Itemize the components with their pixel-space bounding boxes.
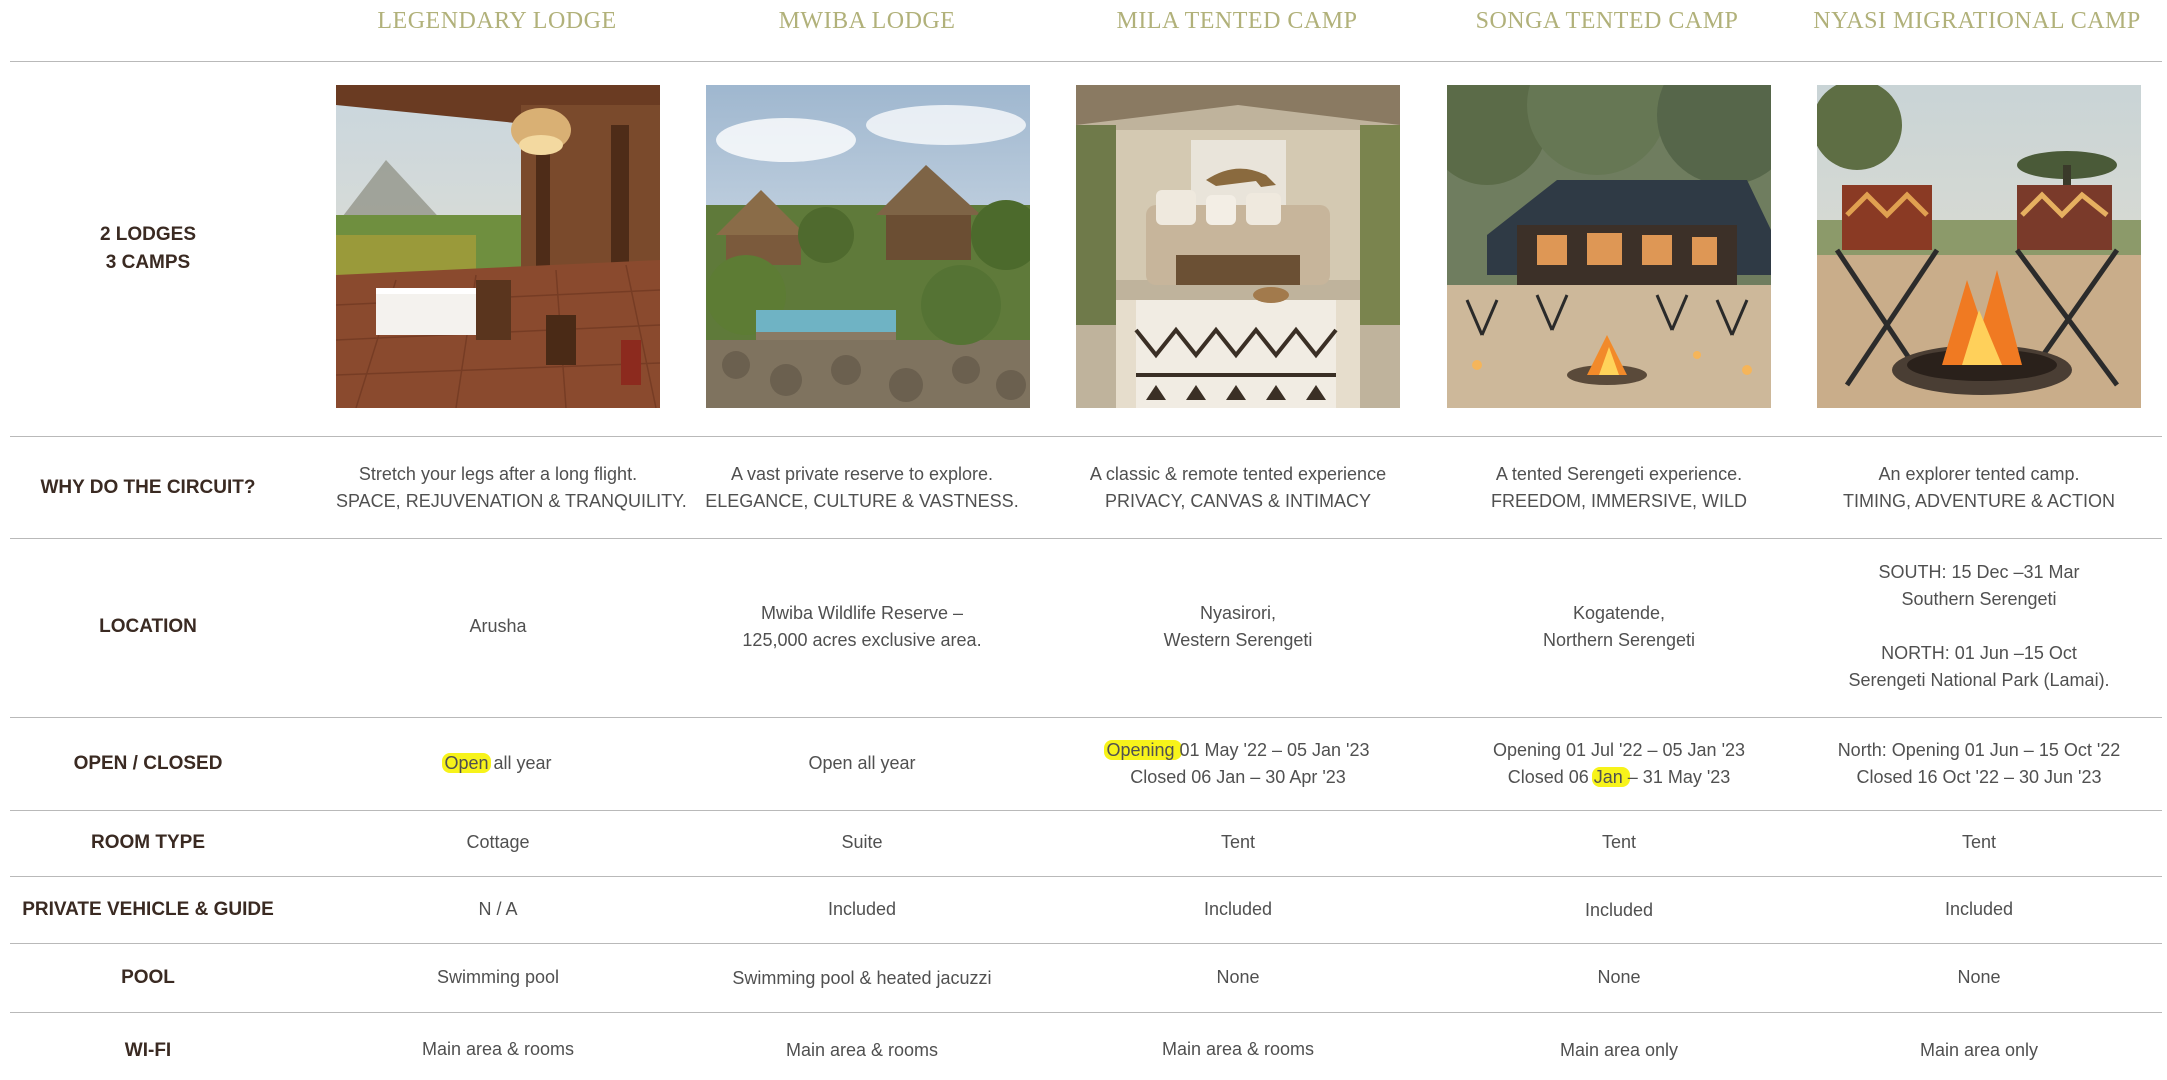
vehicle-guide-row: PRIVATE VEHICLE & GUIDE N / A Included I… (0, 877, 2167, 943)
vehicle-guide-cell: Included (827, 899, 897, 919)
why-line: A tented Serengeti experience. (1495, 464, 1743, 484)
opening-dates: Opening 01 May '22 – 05 Jan '23 (1076, 737, 1400, 764)
status-text: 01 May '22 – 05 Jan '23 (1179, 740, 1370, 760)
why-circuit-cell: Stretch your legs after a long flight. S… (336, 461, 687, 515)
status-text: Open all year (808, 753, 916, 773)
why-keywords: ELEGANCE, CULTURE & VASTNESS. (705, 491, 1019, 511)
vehicle-guide-cell: N / A (478, 899, 518, 919)
summary-line-camps: 3 CAMPS (105, 252, 191, 273)
closed-dates: Closed 06 Jan – 31 May '23 (1457, 764, 1781, 791)
location-detail: Northern Serengeti (1542, 630, 1696, 650)
lodges-camps-summary: 2 LODGES 3 CAMPS (0, 221, 296, 277)
highlighted-text: Jan (1591, 767, 1630, 787)
why-keywords: TIMING, ADVENTURE & ACTION (1842, 491, 2116, 511)
location-detail: Western Serengeti (1163, 630, 1313, 650)
location-north-dates: NORTH: 01 Jun –15 Oct (1881, 643, 2077, 663)
why-keywords: PRIVACY, CANVAS & INTIMACY (1104, 491, 1372, 511)
location-text: Arusha (469, 616, 527, 636)
why-circuit-cell: An explorer tented camp. TIMING, ADVENTU… (1817, 461, 2141, 515)
open-closed-cell: North: Opening 01 Jun – 15 Oct '22 Close… (1817, 737, 2141, 791)
wifi-cell: Main area only (1559, 1040, 1679, 1060)
wifi-cell: Main area & rooms (421, 1039, 575, 1059)
open-closed-row: OPEN / CLOSED Open all year Open all yea… (0, 718, 2167, 810)
status-text: Closed 06 (1507, 767, 1594, 787)
pool-cell: Swimming pool (436, 967, 560, 987)
open-closed-cell: Opening 01 Jul '22 – 05 Jan '23 Closed 0… (1457, 737, 1781, 791)
location-row: LOCATION Arusha Mwiba Wildlife Reserve –… (0, 539, 2167, 717)
pool-cell: None (1957, 967, 2001, 987)
location-cell: Kogatende, Northern Serengeti (1457, 600, 1781, 654)
location-text: Mwiba Wildlife Reserve – (760, 603, 964, 623)
location-south-dates: SOUTH: 15 Dec –31 Mar (1878, 562, 2080, 582)
location-cell: Nyasirori, Western Serengeti (1076, 600, 1400, 654)
highlighted-text: Opening (1104, 740, 1182, 760)
why-line: Stretch your legs after a long flight. (358, 464, 638, 484)
room-type-cell: Tent (1961, 832, 1997, 852)
open-closed-cell: Opening 01 May '22 – 05 Jan '23 Closed 0… (1076, 737, 1400, 791)
room-type-cell: Suite (841, 832, 883, 852)
pool-row: POOL Swimming pool Swimming pool & heate… (0, 944, 2167, 1012)
room-type-cell: Tent (1601, 832, 1637, 852)
why-line: A vast private reserve to explore. (730, 464, 994, 484)
location-cell: Arusha (336, 613, 660, 640)
vehicle-guide-cell: Included (1203, 899, 1273, 919)
column-header-mila-tented-camp: MILA TENTED CAMP (1116, 8, 1358, 34)
column-header-nyasi-migrational-camp: NYASI MIGRATIONAL CAMP (1813, 8, 2141, 34)
opening-dates: Opening 01 Jul '22 – 05 Jan '23 (1492, 740, 1746, 760)
pool-label: POOL (121, 967, 175, 988)
why-keywords: FREEDOM, IMMERSIVE, WILD (1490, 491, 1748, 511)
location-text: Kogatende, (1572, 603, 1666, 623)
why-circuit-cell: A classic & remote tented experience PRI… (1076, 461, 1400, 515)
why-circuit-label: WHY DO THE CIRCUIT? (40, 477, 256, 498)
pool-cell: Swimming pool & heated jacuzzi (732, 968, 992, 988)
room-type-row: ROOM TYPE Cottage Suite Tent Tent Tent (0, 811, 2167, 876)
pool-cell: None (1597, 967, 1641, 987)
nyasi-migrational-camp-photo (1817, 85, 2141, 408)
closed-dates: Closed 06 Jan – 30 Apr '23 (1130, 767, 1346, 787)
why-circuit-cell: A vast private reserve to explore. ELEGA… (700, 461, 1024, 515)
vehicle-guide-cell: Included (1944, 899, 2014, 919)
column-header-row: LEGENDARY LODGE MWIBA LODGE MILA TENTED … (0, 0, 2167, 60)
open-closed-cell: Open all year (700, 750, 1024, 777)
mila-tented-camp-photo (1076, 85, 1400, 408)
column-header-mwiba-lodge: MWIBA LODGE (778, 8, 956, 34)
vehicle-guide-label: PRIVATE VEHICLE & GUIDE (22, 899, 274, 920)
location-text: Nyasirori, (1199, 603, 1276, 623)
column-header-songa-tented-camp: SONGA TENTED CAMP (1475, 8, 1739, 34)
pool-cell: None (1216, 967, 1260, 987)
location-south-area: Southern Serengeti (1901, 589, 2057, 609)
highlighted-text: Open (442, 753, 491, 773)
wifi-cell: Main area & rooms (785, 1040, 939, 1060)
why-circuit-row: WHY DO THE CIRCUIT? Stretch your legs af… (0, 437, 2167, 538)
why-keywords: SPACE, REJUVENATION & TRANQUILITY. (336, 491, 687, 511)
wifi-label: WI-FI (124, 1040, 172, 1061)
open-closed-cell: Open all year (336, 750, 660, 777)
wifi-cell: Main area only (1919, 1040, 2039, 1060)
opening-dates: North: Opening 01 Jun – 15 Oct '22 (1837, 740, 2121, 760)
status-text: – 31 May '23 (1627, 767, 1731, 787)
status-text: all year (488, 753, 552, 773)
closed-dates: Closed 16 Oct '22 – 30 Jun '23 (1856, 767, 2102, 787)
room-type-cell: Tent (1220, 832, 1256, 852)
location-label: LOCATION (99, 616, 197, 637)
location-north-area: Serengeti National Park (Lamai). (1848, 670, 2110, 690)
location-cell: SOUTH: 15 Dec –31 Mar Southern Serengeti… (1817, 559, 2141, 694)
songa-tented-camp-photo (1447, 85, 1771, 408)
wifi-row: WI-FI Main area & rooms Main area & room… (0, 1013, 2167, 1080)
column-header-legendary-lodge: LEGENDARY LODGE (377, 8, 617, 34)
room-type-cell: Cottage (466, 832, 530, 852)
vehicle-guide-cell: Included (1584, 900, 1654, 920)
summary-line-lodges: 2 LODGES (99, 224, 197, 245)
why-circuit-cell: A tented Serengeti experience. FREEDOM, … (1457, 461, 1781, 515)
open-closed-label: OPEN / CLOSED (73, 753, 223, 774)
wifi-cell: Main area & rooms (1161, 1039, 1315, 1059)
why-line: An explorer tented camp. (1878, 464, 2080, 484)
mwiba-lodge-photo (706, 85, 1030, 408)
legendary-lodge-photo (336, 85, 660, 408)
room-type-label: ROOM TYPE (90, 832, 205, 853)
location-cell: Mwiba Wildlife Reserve – 125,000 acres e… (700, 600, 1024, 654)
location-detail: 125,000 acres exclusive area. (742, 630, 982, 650)
why-line: A classic & remote tented experience (1089, 464, 1387, 484)
